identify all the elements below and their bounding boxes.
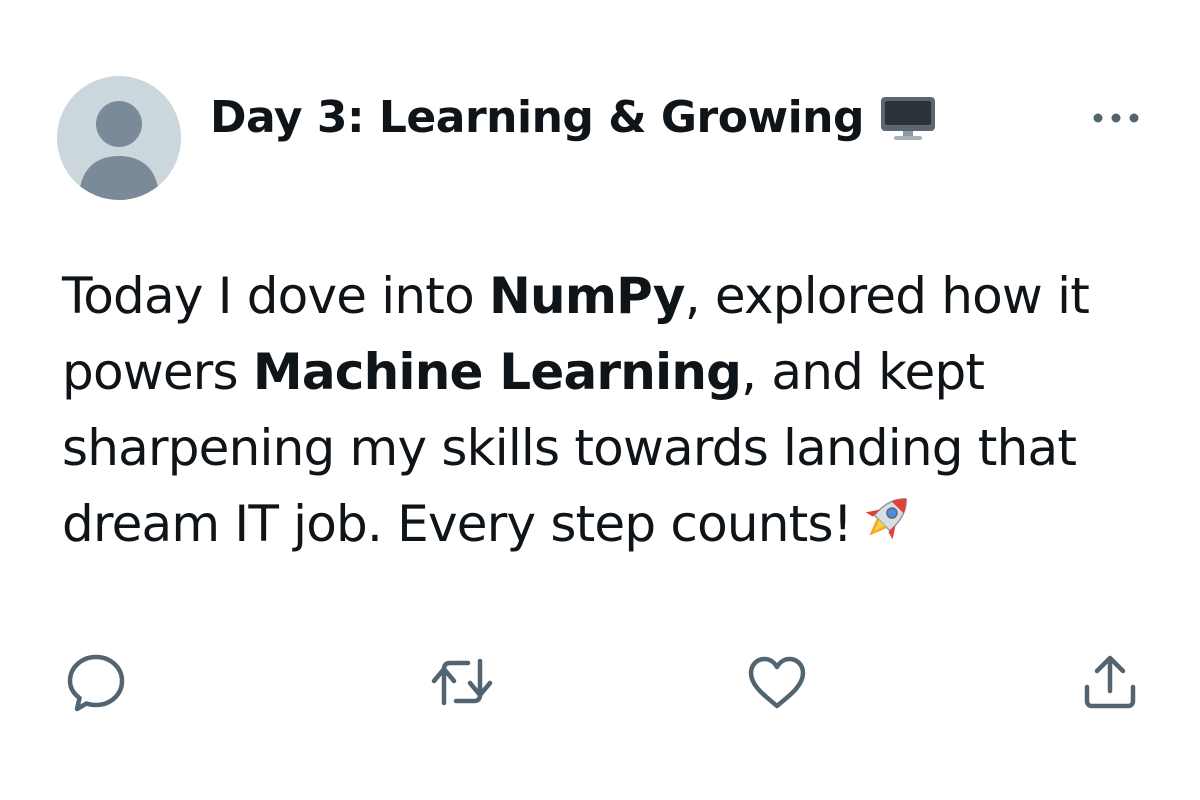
more-options-button[interactable] bbox=[1086, 102, 1146, 134]
post-title-text: Day 3: Learning & Growing bbox=[210, 92, 865, 143]
share-button[interactable] bbox=[1078, 650, 1142, 714]
heart-icon bbox=[748, 656, 806, 709]
post-body: Today I dove into NumPy, explored how it… bbox=[62, 258, 1152, 562]
body-bold-numpy: NumPy bbox=[488, 267, 686, 325]
body-bold-ml: Machine Learning bbox=[252, 343, 742, 401]
body-text-1: Today I dove into bbox=[62, 267, 489, 325]
avatar[interactable] bbox=[57, 76, 181, 200]
repost-arrows-icon bbox=[431, 658, 493, 706]
repost-button[interactable] bbox=[430, 650, 494, 714]
desktop-computer-icon bbox=[878, 94, 938, 142]
like-button[interactable] bbox=[745, 650, 809, 714]
share-upload-icon bbox=[1084, 655, 1136, 709]
rocket-icon bbox=[856, 487, 918, 549]
more-dots-icon bbox=[1093, 113, 1139, 123]
post-card: Day 3: Learning & Growing Today I dove i… bbox=[0, 0, 1200, 800]
post-title: Day 3: Learning & Growing bbox=[210, 92, 938, 143]
default-avatar-icon bbox=[79, 101, 159, 200]
speech-bubble-icon bbox=[67, 654, 125, 712]
reply-button[interactable] bbox=[64, 650, 128, 714]
